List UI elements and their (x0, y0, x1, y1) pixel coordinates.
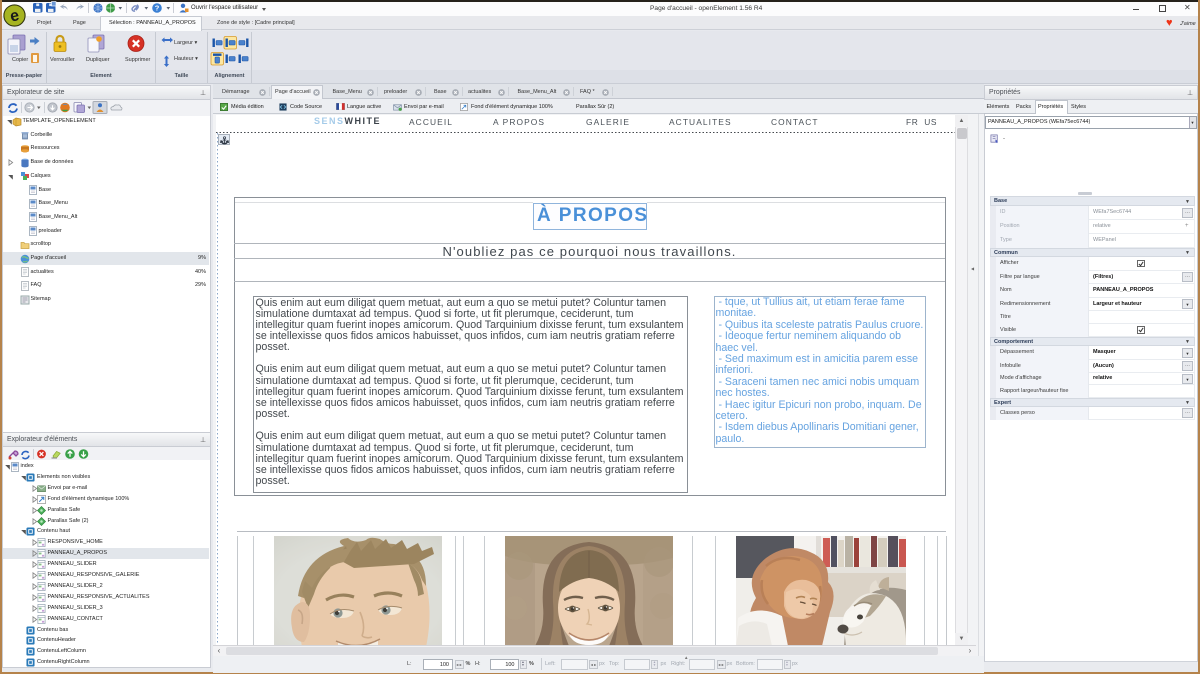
svg-text:?: ? (155, 4, 160, 13)
